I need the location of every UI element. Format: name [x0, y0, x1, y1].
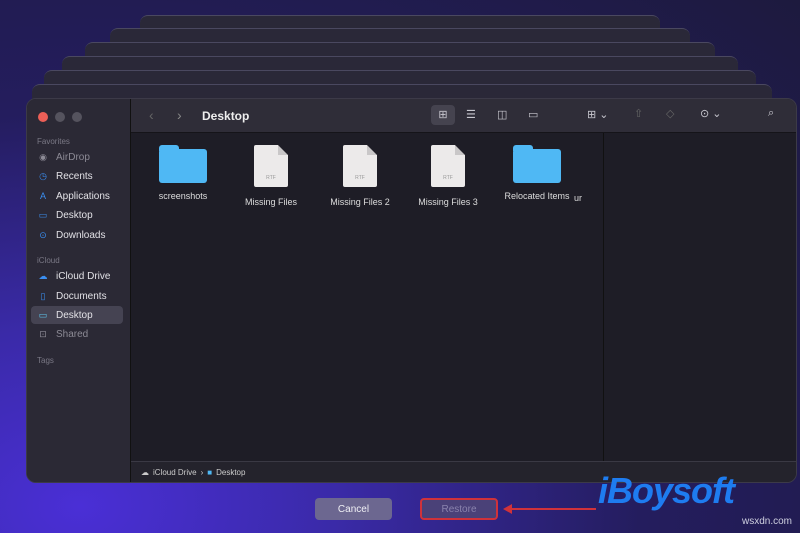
cloud-icon: ☁ — [38, 271, 48, 281]
section-favorites: Favorites — [37, 137, 70, 146]
sidebar-item-icloud-drive[interactable]: ☁ iCloud Drive — [31, 267, 123, 285]
sidebar-item-downloads[interactable]: ⊙ Downloads — [31, 226, 123, 244]
file-item[interactable]: RTF Missing Files 2 — [315, 145, 405, 207]
section-icloud: iCloud — [37, 256, 60, 265]
minimize-button[interactable] — [55, 112, 65, 122]
path-item[interactable]: Desktop — [216, 468, 245, 477]
annotation-arrow — [510, 508, 596, 510]
airdrop-icon: ◉ — [39, 152, 47, 162]
share-icon[interactable]: ⇧ — [634, 107, 643, 120]
window-controls — [38, 112, 82, 122]
file-item[interactable]: screenshots — [138, 145, 228, 201]
rtf-file-icon: RTF — [431, 145, 465, 187]
forward-button[interactable]: › — [177, 107, 182, 123]
desktop-icon: ▭ — [38, 210, 48, 220]
sidebar-item-airdrop[interactable]: ◉ AirDrop — [31, 148, 123, 166]
download-icon: ⊙ — [39, 230, 47, 240]
section-tags: Tags — [37, 356, 54, 365]
file-item[interactable]: ur — [574, 193, 604, 203]
sidebar-item-documents[interactable]: ▯ Documents — [31, 287, 123, 305]
icon-view-button[interactable]: ⊞ — [431, 105, 455, 125]
sidebar-item-recents[interactable]: ◷ Recents — [31, 167, 123, 185]
gallery-view-button[interactable]: ▭ — [528, 108, 538, 121]
group-button[interactable]: ⊞ ⌄ — [587, 108, 609, 121]
clock-icon: ◷ — [39, 171, 47, 181]
rtf-file-icon: RTF — [254, 145, 288, 187]
file-item[interactable]: Relocated Items — [492, 145, 582, 201]
search-icon[interactable]: ⌕ — [768, 107, 774, 120]
column-view-button[interactable]: ◫ — [497, 108, 507, 121]
desktop-icon: ▭ — [38, 310, 48, 320]
path-separator: › — [200, 467, 204, 477]
zoom-button[interactable] — [72, 112, 82, 122]
sidebar-item-applications[interactable]: A Applications — [31, 187, 123, 205]
more-actions-button[interactable]: ⊙ ⌄ — [700, 107, 722, 120]
sidebar-item-desktop[interactable]: ▭ Desktop — [31, 206, 123, 224]
sidebar-item-shared[interactable]: ⊡ Shared — [31, 325, 123, 343]
file-item[interactable]: RTF Missing Files 3 — [403, 145, 493, 207]
toolbar: ‹ › Desktop ⊞ ☰ ◫ ▭ ⊞ ⌄ ⇧ ◇ ⊙ ⌄ ⌕ — [131, 99, 796, 133]
list-view-button[interactable]: ☰ — [466, 108, 476, 121]
restore-button[interactable]: Restore — [420, 498, 498, 520]
sidebar: Favorites ◉ AirDrop ◷ Recents A Application… — [27, 99, 131, 482]
document-icon: ▯ — [40, 291, 46, 301]
cancel-button[interactable]: Cancel — [315, 498, 392, 520]
watermark: wsxdn.com — [741, 516, 792, 527]
iboysoft-logo: iBoysoft — [598, 470, 735, 511]
back-button[interactable]: ‹ — [149, 107, 154, 123]
folder-alias-icon — [513, 145, 561, 183]
arrow-head — [503, 504, 512, 514]
path-item[interactable]: iCloud Drive — [153, 468, 197, 477]
shared-folder-icon: ⊡ — [39, 329, 47, 339]
folder-icon: ■ — [207, 467, 213, 477]
file-grid: screenshots RTF Missing Files RTF Missing … — [131, 133, 796, 461]
file-item[interactable]: RTF Missing Files — [226, 145, 316, 207]
finder-window: Favorites ◉ AirDrop ◷ Recents A Application… — [26, 98, 797, 483]
window-title: Desktop — [202, 109, 250, 123]
rtf-file-icon: RTF — [343, 145, 377, 187]
close-button[interactable] — [38, 112, 48, 122]
cloud-icon: ☁ — [141, 467, 149, 477]
applications-icon: A — [39, 191, 46, 201]
sidebar-item-desktop-icloud[interactable]: ▭ Desktop — [31, 306, 123, 324]
folder-icon — [159, 145, 207, 183]
column-divider — [603, 133, 604, 461]
tag-icon[interactable]: ◇ — [666, 107, 674, 120]
